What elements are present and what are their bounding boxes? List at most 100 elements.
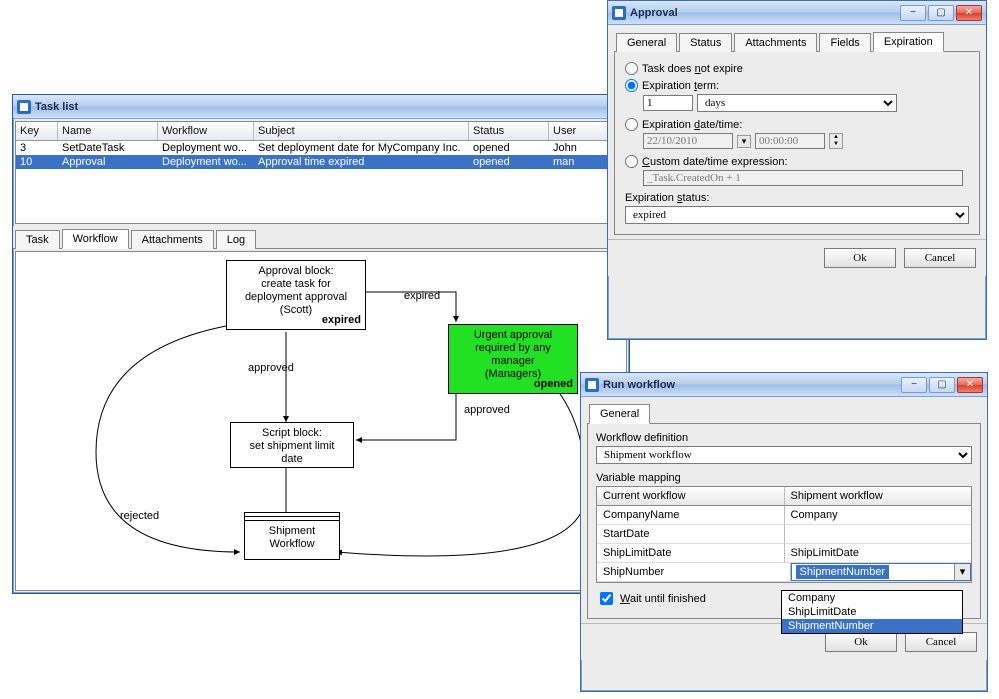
node-shipment-workflow[interactable]: Shipment Workflow <box>244 520 340 560</box>
time-spinner-icon[interactable]: ▲▼ <box>829 133 843 149</box>
dropdown-option[interactable]: ShipLimitDate <box>782 605 962 619</box>
varmap-cell-left: CompanyName <box>597 506 785 525</box>
th-status[interactable]: Status <box>469 122 549 140</box>
time-input[interactable] <box>755 133 825 149</box>
table-cell: Approval <box>58 155 158 169</box>
tab-attachments[interactable]: Attachments <box>131 230 214 249</box>
tab-log[interactable]: Log <box>216 230 256 249</box>
tab-task[interactable]: Task <box>15 230 60 249</box>
node-state-expired: expired <box>322 314 361 327</box>
varmap-row[interactable]: ShipLimitDateShipLimitDate <box>597 544 971 563</box>
node-line: date <box>281 453 302 465</box>
th-key[interactable]: Key <box>16 122 58 140</box>
run-workflow-dialog: Run workflow − ▢ ✕ General Workflow defi… <box>580 372 988 692</box>
close-button[interactable]: ✕ <box>957 377 983 393</box>
tab-workflow[interactable]: Workflow <box>62 229 129 249</box>
node-line: manager <box>491 355 534 367</box>
node-script-block[interactable]: Script block: set shipment limit date <box>230 422 354 468</box>
varmap-row[interactable]: StartDate <box>597 525 971 544</box>
tasklist-tabstrip: TaskWorkflowAttachmentsLog <box>13 226 629 249</box>
maximize-button[interactable]: ▢ <box>929 377 955 393</box>
dropdown-option[interactable]: Company <box>782 591 962 605</box>
run-cancel-button[interactable]: Cancel <box>905 632 977 652</box>
tab-general[interactable]: General <box>616 33 677 52</box>
approval-cancel-button[interactable]: Cancel <box>904 248 976 268</box>
varmap-col-left: Current workflow <box>597 487 785 506</box>
node-line: Approval block: <box>258 265 333 277</box>
minimize-button[interactable]: − <box>901 377 927 393</box>
label-varmap: Variable mapping <box>596 472 972 484</box>
dropdown-option[interactable]: ShipmentNumber <box>782 619 962 633</box>
run-tabstrip: General <box>587 401 981 424</box>
table-cell: 10 <box>16 155 58 169</box>
varmap-row[interactable]: CompanyNameCompany <box>597 506 971 525</box>
app-icon <box>17 100 31 114</box>
radio-term[interactable] <box>625 79 638 92</box>
run-ok-button[interactable]: Ok <box>825 632 897 652</box>
varmap-cell-right[interactable] <box>785 525 972 544</box>
node-approval-block[interactable]: Approval block: create task for deployme… <box>226 260 366 330</box>
app-icon <box>612 6 626 20</box>
term-value-input[interactable] <box>643 95 693 111</box>
edge-expired: expired <box>404 290 440 302</box>
term-unit-select[interactable]: days <box>697 94 897 112</box>
th-name[interactable]: Name <box>58 122 158 140</box>
varmap-cell-left: ShipNumber <box>597 563 791 582</box>
approval-ok-button[interactable]: Ok <box>824 248 896 268</box>
varmap-combo[interactable]: ShipmentNumber ▾ <box>791 563 972 581</box>
node-line: (Scott) <box>280 304 312 316</box>
table-cell: opened <box>469 141 549 155</box>
varmap-dropdown[interactable]: CompanyShipLimitDateShipmentNumber <box>781 590 963 634</box>
exp-status-select[interactable]: expired <box>625 206 969 224</box>
close-button[interactable]: ✕ <box>956 5 982 21</box>
varmap-cell-right[interactable]: ShipmentNumber ▾ <box>791 563 972 582</box>
varmap-combo-value: ShipmentNumber <box>796 565 890 579</box>
radio-no-expire[interactable] <box>625 62 638 75</box>
tab-expiration[interactable]: Expiration <box>873 32 944 52</box>
approval-titlebar[interactable]: Approval − ▢ ✕ <box>608 1 986 25</box>
maximize-button[interactable]: ▢ <box>928 5 954 21</box>
expression-input[interactable] <box>643 170 963 186</box>
approval-title: Approval <box>630 7 896 19</box>
node-line: set shipment limit <box>250 440 335 452</box>
node-line: Workflow <box>269 538 314 550</box>
tasklist-titlebar[interactable]: Task list <box>13 95 629 119</box>
wait-checkbox[interactable] <box>600 592 613 605</box>
run-title: Run workflow <box>603 379 897 391</box>
wfdef-select[interactable]: Shipment workflow <box>596 446 972 464</box>
chevron-down-icon[interactable]: ▾ <box>954 564 970 580</box>
table-cell: opened <box>469 155 549 169</box>
tab-fields[interactable]: Fields <box>819 33 870 52</box>
varmap-cell-left: StartDate <box>597 525 785 544</box>
table-cell: SetDateTask <box>58 141 158 155</box>
radio-expression[interactable] <box>625 155 638 168</box>
wait-label: Wait until finished <box>620 593 706 605</box>
task-table: Key Name Workflow Subject Status User 3S… <box>15 121 627 224</box>
edge-rejected: rejected <box>120 510 159 522</box>
tab-general[interactable]: General <box>589 404 650 424</box>
th-workflow[interactable]: Workflow <box>158 122 254 140</box>
minimize-button[interactable]: − <box>900 5 926 21</box>
node-line: required by any <box>475 342 551 354</box>
tab-status[interactable]: Status <box>679 33 732 52</box>
node-line: (Managers) <box>485 368 541 380</box>
table-row[interactable]: 10ApprovalDeployment wo...Approval time … <box>16 155 626 169</box>
varmap-row[interactable]: ShipNumber ShipmentNumber ▾ <box>597 563 971 582</box>
approval-tabstrip: GeneralStatusAttachmentsFieldsExpiration <box>614 29 980 52</box>
task-table-header: Key Name Workflow Subject Status User <box>16 122 626 141</box>
node-line: Script block: <box>262 427 322 439</box>
table-cell: Deployment wo... <box>158 155 254 169</box>
run-titlebar[interactable]: Run workflow − ▢ ✕ <box>581 373 987 397</box>
radio-datetime[interactable] <box>625 118 638 131</box>
label-expression: Custom date/time expression: <box>642 156 788 168</box>
date-input[interactable] <box>643 133 733 149</box>
varmap-cell-right[interactable]: Company <box>785 506 972 525</box>
tab-attachments[interactable]: Attachments <box>734 33 817 52</box>
th-subject[interactable]: Subject <box>254 122 469 140</box>
varmap-cell-right[interactable]: ShipLimitDate <box>785 544 972 563</box>
table-row[interactable]: 3SetDateTaskDeployment wo...Set deployme… <box>16 141 626 155</box>
table-cell: Set deployment date for MyCompany Inc. <box>254 141 469 155</box>
date-dropdown-icon[interactable]: ▾ <box>737 135 751 148</box>
workflow-canvas[interactable]: Approval block: create task for deployme… <box>15 251 627 591</box>
node-urgent-approval[interactable]: Urgent approval required by any manager … <box>448 324 578 394</box>
